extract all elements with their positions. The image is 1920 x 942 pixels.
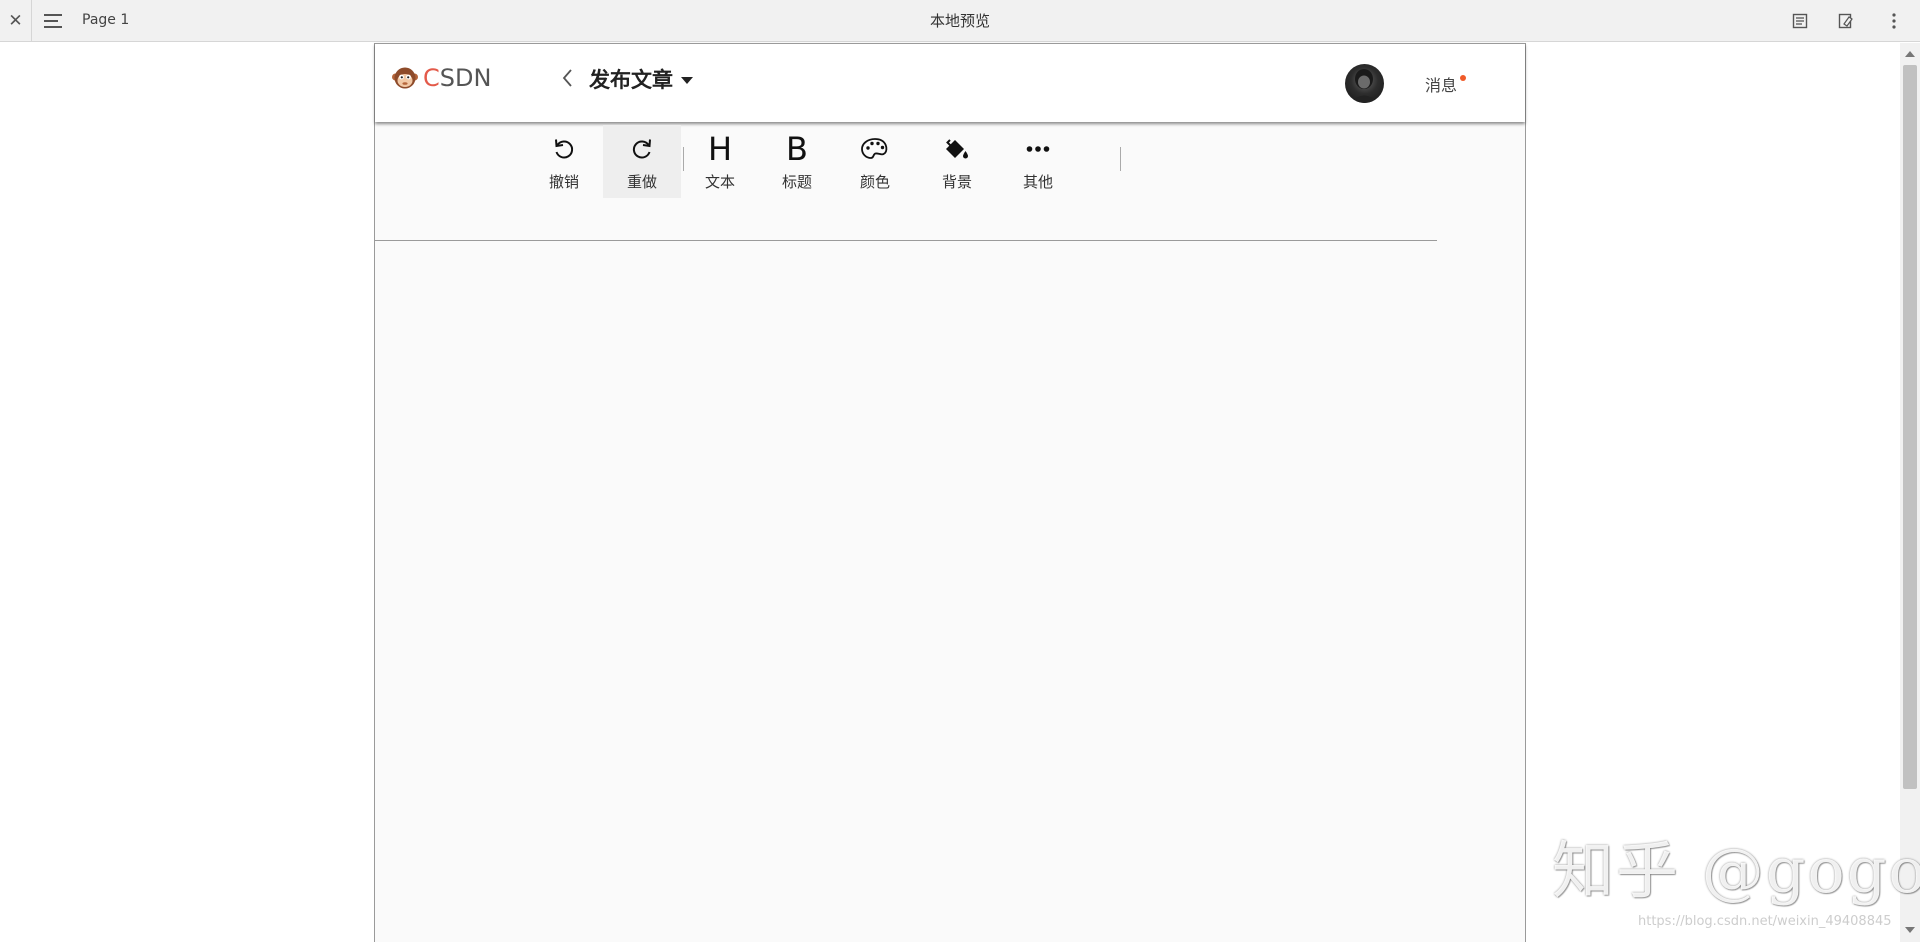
redo-label: 重做	[626, 173, 657, 191]
avatar[interactable]	[1345, 64, 1384, 103]
more-vertical-icon[interactable]	[1882, 9, 1906, 33]
more-label: 其他	[1022, 173, 1053, 191]
watermark: 知乎 @gogo	[1552, 834, 1920, 907]
messages-link[interactable]: 消息	[1425, 72, 1457, 96]
redo-icon	[629, 130, 655, 168]
background-button[interactable]: 背景	[918, 125, 996, 198]
preview-page: CSDN 发布文章 消息 撤销 重做 H 文本 B 标题 颜色 背景 其他	[374, 43, 1526, 942]
caret-down-icon	[681, 76, 693, 84]
document-view-icon[interactable]	[1788, 9, 1812, 33]
palette-icon	[860, 130, 890, 168]
toolbar-divider	[1120, 147, 1121, 171]
undo-button[interactable]: 撤销	[525, 125, 603, 198]
undo-label: 撤销	[548, 173, 579, 191]
monkey-logo-icon	[392, 67, 418, 89]
scrollbar-thumb[interactable]	[1903, 65, 1917, 789]
scroll-down-icon[interactable]	[1905, 927, 1915, 933]
redo-button[interactable]: 重做	[603, 125, 681, 198]
scroll-up-icon[interactable]	[1905, 51, 1915, 57]
vertical-scrollbar[interactable]	[1900, 43, 1920, 942]
viewer-toolbar: ✕ Page 1 本地预览	[0, 0, 1920, 42]
paint-bucket-icon	[943, 130, 971, 168]
publish-article-dropdown[interactable]: 发布文章	[589, 64, 693, 94]
text-button[interactable]: H 文本	[681, 125, 759, 198]
watermark-url: https://blog.csdn.net/weixin_49408845	[1638, 914, 1892, 929]
color-label: 颜色	[859, 173, 890, 191]
more-button[interactable]: 其他	[999, 125, 1077, 198]
logo-wordmark: CSDN	[423, 64, 492, 92]
pdf-edit-icon[interactable]	[1834, 9, 1858, 33]
csdn-logo[interactable]: CSDN	[391, 64, 491, 92]
heading-button[interactable]: B 标题	[758, 125, 836, 198]
viewer-title: 本地预览	[929, 12, 990, 30]
undo-icon	[551, 130, 577, 168]
background-label: 背景	[941, 173, 972, 191]
back-chevron-icon[interactable]	[561, 68, 573, 94]
editor-toolbar: 撤销 重做 H 文本 B 标题 颜色 背景 其他	[375, 125, 1437, 241]
more-dots-icon	[1025, 130, 1051, 168]
text-label: 文本	[704, 173, 735, 191]
publish-title-text: 发布文章	[589, 68, 673, 92]
csdn-header: CSDN 发布文章 消息	[375, 43, 1525, 122]
bold-b-icon: B	[786, 130, 808, 168]
heading-label: 标题	[781, 173, 812, 191]
color-button[interactable]: 颜色	[836, 125, 914, 198]
unread-badge	[1460, 75, 1466, 81]
heading-h-icon: H	[707, 130, 733, 168]
